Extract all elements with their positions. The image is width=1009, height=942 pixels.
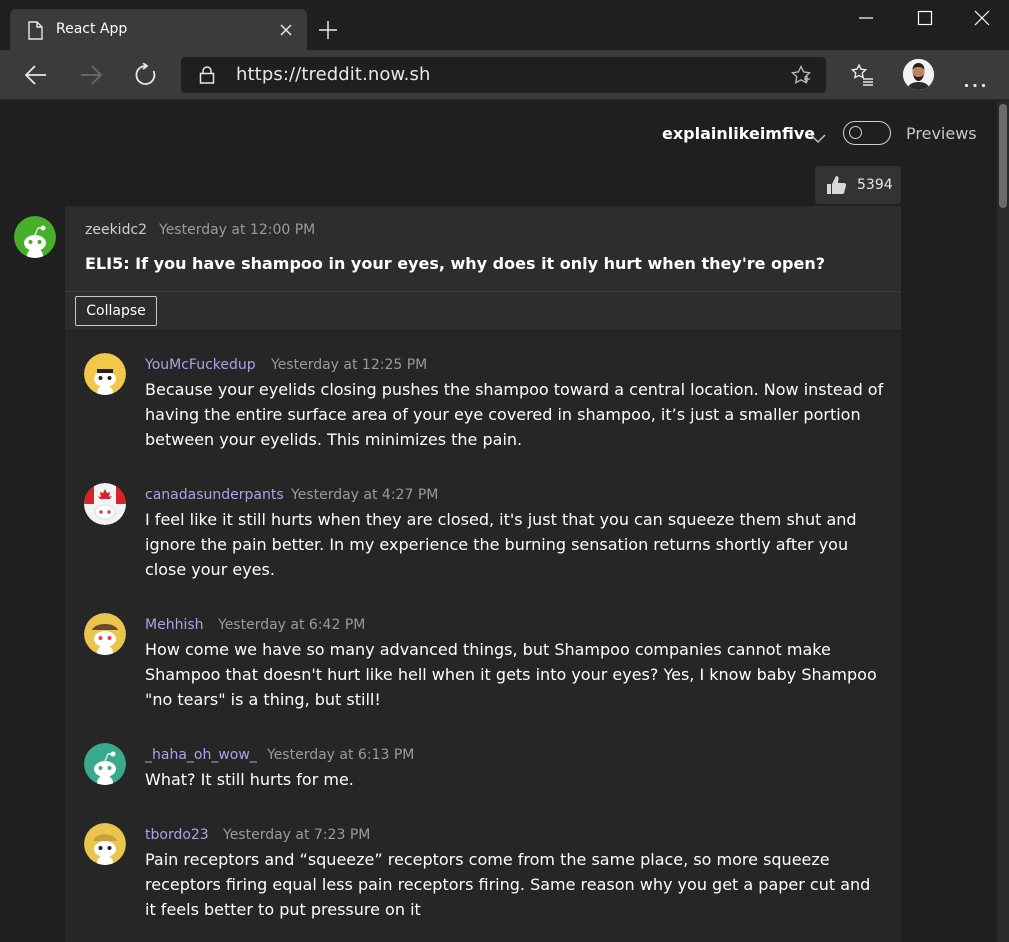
post-timestamp: Yesterday at 12:00 PM (159, 222, 316, 238)
address-bar[interactable]: https://treddit.now.sh (181, 57, 826, 93)
tab-title: React App (56, 21, 128, 37)
comment-body: Because your eyelids closing pushes the … (145, 380, 884, 449)
forward-arrow-icon[interactable] (79, 63, 103, 91)
commenter-avatar[interactable] (84, 823, 126, 865)
toggle-knob (849, 126, 862, 139)
comment-timestamp: Yesterday at 4:27 PM (291, 487, 439, 503)
comment-author[interactable]: canadasunderpants (145, 487, 284, 503)
vote-count: 5394 (857, 177, 893, 193)
browser-tab[interactable]: React App (10, 9, 307, 51)
scrollbar-thumb[interactable] (999, 104, 1007, 208)
comment-body: How come we have so many advanced things… (145, 640, 877, 709)
commenter-avatar[interactable] (84, 483, 126, 525)
navigation-bar: https://treddit.now.sh (0, 50, 1009, 100)
comment-timestamp: Yesterday at 12:25 PM (271, 357, 428, 373)
profile-avatar[interactable] (903, 59, 934, 90)
url-text[interactable]: https://treddit.now.sh (236, 64, 431, 85)
favorite-star-icon[interactable] (791, 65, 811, 89)
collapse-button[interactable]: Collapse (75, 296, 157, 326)
page-icon (27, 21, 43, 44)
minimize-icon[interactable] (858, 10, 874, 30)
commenter-avatar[interactable] (84, 613, 126, 655)
chevron-down-icon[interactable] (810, 129, 826, 148)
comment-author[interactable]: Mehhish (145, 617, 204, 633)
post-card: zeekidc2 Yesterday at 12:00 PM ELI5: If … (65, 206, 901, 330)
comment-author[interactable]: tbordo23 (145, 827, 209, 843)
commenter-avatar[interactable] (84, 353, 126, 395)
comment-timestamp: Yesterday at 7:23 PM (223, 827, 371, 843)
comment-author[interactable]: _haha_oh_wow_ (145, 747, 257, 763)
previews-toggle[interactable] (843, 121, 891, 145)
comment-author[interactable]: YouMcFuckedup (145, 357, 256, 373)
post-author[interactable]: zeekidc2 (85, 222, 147, 238)
op-avatar[interactable] (14, 216, 56, 258)
back-arrow-icon[interactable] (24, 63, 48, 91)
comment-body: What? It still hurts for me. (145, 770, 354, 789)
comment-body: I feel like it still hurts when they are… (145, 510, 857, 579)
close-tab-icon[interactable] (279, 22, 293, 41)
maximize-icon[interactable] (917, 10, 933, 30)
comment-body: Pain receptors and “squeeze” receptors c… (145, 850, 871, 919)
post-title: ELI5: If you have shampoo in your eyes, … (85, 254, 826, 273)
favorites-list-icon[interactable] (850, 63, 874, 91)
title-bar: React App (0, 0, 1009, 51)
new-tab-icon[interactable] (318, 20, 338, 44)
comment-timestamp: Yesterday at 6:13 PM (267, 747, 415, 763)
page-scrollbar[interactable] (997, 101, 1009, 942)
post-divider (65, 291, 901, 292)
upvote-button[interactable]: 5394 (815, 166, 901, 204)
previews-label: Previews (906, 124, 977, 143)
comment-list: YouMcFuckedup Yesterday at 12:25 PM Beca… (65, 331, 901, 942)
lock-icon (199, 66, 215, 88)
refresh-icon[interactable] (134, 62, 158, 91)
commenter-avatar[interactable] (84, 743, 126, 785)
comment-timestamp: Yesterday at 6:42 PM (218, 617, 366, 633)
more-options-icon[interactable] (964, 73, 986, 92)
close-window-icon[interactable] (974, 10, 990, 30)
thumbs-up-icon (825, 174, 847, 200)
subreddit-selector[interactable]: explainlikeimfive (662, 124, 815, 143)
